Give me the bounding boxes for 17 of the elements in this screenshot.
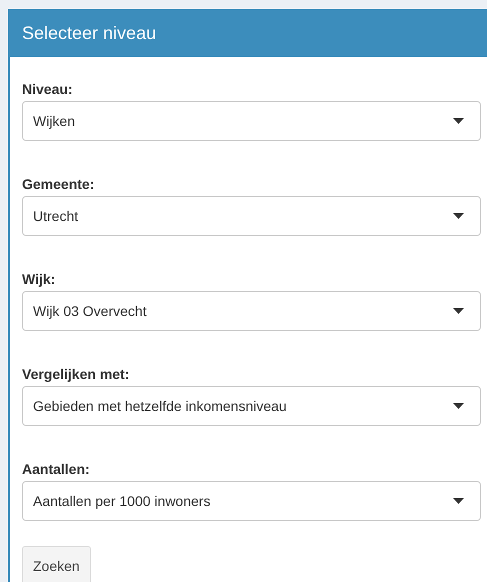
dropdown[interactable]: Gebieden met hetzelfde inkomensniveau [22,386,481,426]
field-label: Vergelijken met: [22,365,130,384]
dropdown[interactable]: Utrecht [22,196,481,236]
field-label: Wijk: [22,270,56,289]
search-button[interactable]: Zoeken [22,546,91,582]
caret-icon [453,498,464,504]
dropdown[interactable]: Aantallen per 1000 inwoners [22,481,481,521]
field-label: Aantallen: [22,460,91,479]
panel-title: Selecteer niveau [22,22,156,44]
caret-icon [453,308,464,314]
caret-icon [453,213,464,219]
dropdown[interactable]: Wijk 03 Overvecht [22,291,481,331]
field-label: Niveau: [22,80,74,99]
dropdown[interactable]: Wijken [22,101,481,141]
caret-icon [453,403,464,409]
field-label: Gemeente: [22,175,96,194]
caret-icon [453,118,464,124]
